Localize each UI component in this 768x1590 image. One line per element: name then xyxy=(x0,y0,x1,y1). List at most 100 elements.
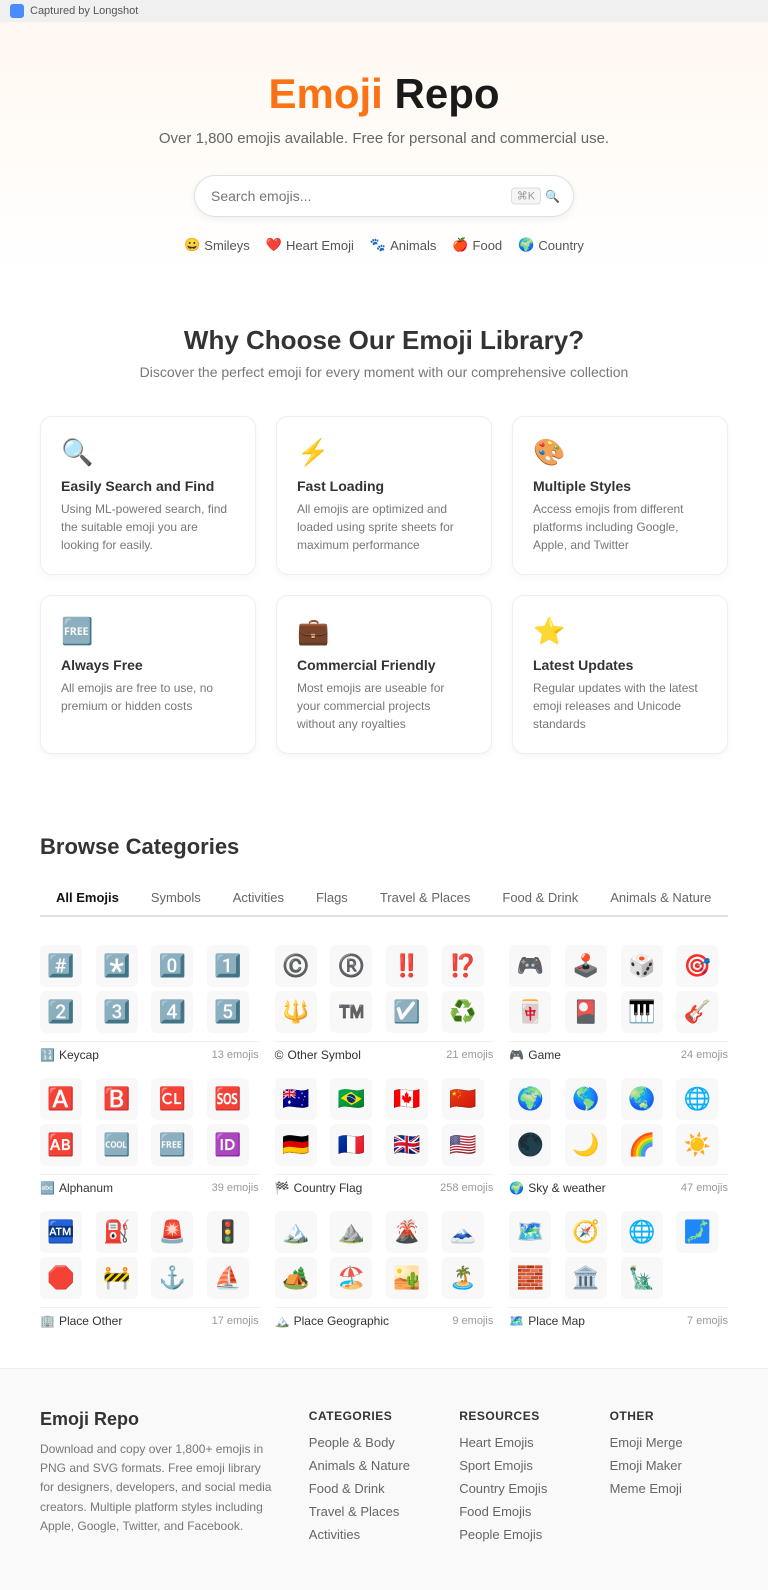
emoji-construction[interactable]: 🚧 xyxy=(96,1257,138,1299)
emoji-crescent-moon[interactable]: 🌙 xyxy=(565,1124,607,1166)
emoji-island[interactable]: 🏝️ xyxy=(442,1257,484,1299)
emoji-globe2[interactable]: 🌐 xyxy=(621,1211,663,1253)
tab-food[interactable]: Food & Drink xyxy=(486,880,594,917)
quick-link-food[interactable]: 🍎 Food xyxy=(452,237,502,253)
emoji-mahjong[interactable]: 🀄 xyxy=(509,991,551,1033)
emoji-flag-de[interactable]: 🇩🇪 xyxy=(275,1124,317,1166)
emoji-beach[interactable]: 🏖️ xyxy=(330,1257,372,1299)
emoji-atm[interactable]: 🏧 xyxy=(40,1211,82,1253)
footer-link-travel[interactable]: Travel & Places xyxy=(309,1504,427,1519)
emoji-piano[interactable]: 🎹 xyxy=(621,991,663,1033)
emoji-brick[interactable]: 🧱 xyxy=(509,1257,551,1299)
tab-flags[interactable]: Flags xyxy=(300,880,364,917)
emoji-id[interactable]: 🆔 xyxy=(207,1124,249,1166)
emoji-flag-cn[interactable]: 🇨🇳 xyxy=(442,1078,484,1120)
footer-link-heart[interactable]: Heart Emojis xyxy=(459,1435,577,1450)
emoji-5[interactable]: 5️⃣ xyxy=(207,991,249,1033)
quick-link-smileys[interactable]: 😀 Smileys xyxy=(184,237,250,253)
emoji-camping[interactable]: 🏕️ xyxy=(275,1257,317,1299)
emoji-trident[interactable]: 🔱 xyxy=(275,991,317,1033)
emoji-fuelpump[interactable]: ⛽ xyxy=(96,1211,138,1253)
footer-link-country[interactable]: Country Emojis xyxy=(459,1481,577,1496)
footer-link-activities[interactable]: Activities xyxy=(309,1527,427,1542)
emoji-joystick[interactable]: 🕹️ xyxy=(565,945,607,987)
emoji-tm[interactable]: ™️ xyxy=(330,991,372,1033)
emoji-recycle[interactable]: ♻️ xyxy=(442,991,484,1033)
emoji-3[interactable]: 3️⃣ xyxy=(96,991,138,1033)
emoji-game-controller[interactable]: 🎮 xyxy=(509,945,551,987)
emoji-flower-playing[interactable]: 🎴 xyxy=(565,991,607,1033)
emoji-registered[interactable]: ®️ xyxy=(330,945,372,987)
tab-activities[interactable]: Activities xyxy=(217,880,300,917)
emoji-traffic-light[interactable]: 🚦 xyxy=(207,1211,249,1253)
footer-link-merge[interactable]: Emoji Merge xyxy=(610,1435,728,1450)
emoji-a[interactable]: 🅰️ xyxy=(40,1078,82,1120)
footer-link-sport[interactable]: Sport Emojis xyxy=(459,1458,577,1473)
quick-link-country[interactable]: 🌍 Country xyxy=(518,237,584,253)
emoji-desert[interactable]: 🏜️ xyxy=(386,1257,428,1299)
emoji-1[interactable]: 1️⃣ xyxy=(207,945,249,987)
emoji-cool[interactable]: 🆓 xyxy=(151,1124,193,1166)
footer-link-food[interactable]: Food Emojis xyxy=(459,1504,577,1519)
tab-travel[interactable]: Travel & Places xyxy=(364,880,487,917)
footer-link-animals[interactable]: Animals & Nature xyxy=(309,1458,427,1473)
quick-link-animals[interactable]: 🐾 Animals xyxy=(370,237,436,253)
emoji-cl[interactable]: 🆑 xyxy=(151,1078,193,1120)
emoji-2[interactable]: 2️⃣ xyxy=(40,991,82,1033)
quick-link-heart[interactable]: ❤️ Heart Emoji xyxy=(266,237,354,253)
category-tabs[interactable]: All Emojis Symbols Activities Flags Trav… xyxy=(40,880,728,917)
emoji-mountain[interactable]: ⛰️ xyxy=(330,1211,372,1253)
emoji-mountain-snow[interactable]: 🏔️ xyxy=(275,1211,317,1253)
emoji-world-map[interactable]: 🗺️ xyxy=(509,1211,551,1253)
footer-link-maker[interactable]: Emoji Maker xyxy=(610,1458,728,1473)
emoji-dice[interactable]: 🎲 xyxy=(621,945,663,987)
emoji-sailboat[interactable]: ⛵ xyxy=(207,1257,249,1299)
emoji-4[interactable]: 4️⃣ xyxy=(151,991,193,1033)
emoji-new-moon[interactable]: 🌑 xyxy=(509,1124,551,1166)
emoji-globe-americas[interactable]: 🌎 xyxy=(565,1078,607,1120)
emoji-cl2[interactable]: 🆒 xyxy=(96,1124,138,1166)
footer-link-people[interactable]: People Emojis xyxy=(459,1527,577,1542)
emoji-flag-br[interactable]: 🇧🇷 xyxy=(330,1078,372,1120)
emoji-flag-gb[interactable]: 🇬🇧 xyxy=(386,1124,428,1166)
tab-all-emojis[interactable]: All Emojis xyxy=(40,880,135,917)
emoji-volcano[interactable]: 🌋 xyxy=(386,1211,428,1253)
emoji-globe-asia[interactable]: 🌏 xyxy=(621,1078,663,1120)
tab-animals[interactable]: Animals & Nature xyxy=(594,880,727,917)
emoji-hash[interactable]: #️⃣ xyxy=(40,945,82,987)
other-symbol-footer: © Other Symbol 21 emojis xyxy=(275,1041,494,1062)
footer-link-food-drink[interactable]: Food & Drink xyxy=(309,1481,427,1496)
emoji-sos[interactable]: 🆘 xyxy=(207,1078,249,1120)
emoji-globe-europe[interactable]: 🌍 xyxy=(509,1078,551,1120)
emoji-rainbow[interactable]: 🌈 xyxy=(621,1124,663,1166)
emoji-b[interactable]: 🅱️ xyxy=(96,1078,138,1120)
emoji-police-car[interactable]: 🚨 xyxy=(151,1211,193,1253)
emoji-japan[interactable]: 🗾 xyxy=(676,1211,718,1253)
footer-link-people-body[interactable]: People & Body xyxy=(309,1435,427,1450)
emoji-0[interactable]: 0️⃣ xyxy=(151,945,193,987)
emoji-stop-sign[interactable]: 🛑 xyxy=(40,1257,82,1299)
emoji-ab[interactable]: 🆎 xyxy=(40,1124,82,1166)
emoji-asterisk[interactable]: *️⃣ xyxy=(96,945,138,987)
emoji-copyright[interactable]: ©️ xyxy=(275,945,317,987)
search-bar[interactable]: ⌘K 🔍 xyxy=(194,175,574,217)
emoji-ballot[interactable]: ☑️ xyxy=(386,991,428,1033)
emoji-classical[interactable]: 🏛️ xyxy=(565,1257,607,1299)
emoji-guitar[interactable]: 🎸 xyxy=(676,991,718,1033)
emoji-globe-meridian[interactable]: 🌐 xyxy=(676,1078,718,1120)
footer-link-meme[interactable]: Meme Emoji xyxy=(610,1481,728,1496)
emoji-bangbang[interactable]: ‼️ xyxy=(386,945,428,987)
tab-symbols[interactable]: Symbols xyxy=(135,880,217,917)
emoji-anchor[interactable]: ⚓ xyxy=(151,1257,193,1299)
emoji-dart[interactable]: 🎯 xyxy=(676,945,718,987)
emoji-statue[interactable]: 🗽 xyxy=(621,1257,663,1299)
emoji-interrobang[interactable]: ⁉️ xyxy=(442,945,484,987)
emoji-flag-us[interactable]: 🇺🇸 xyxy=(442,1124,484,1166)
emoji-flag-fr[interactable]: 🇫🇷 xyxy=(330,1124,372,1166)
emoji-flag-ca[interactable]: 🇨🇦 xyxy=(386,1078,428,1120)
emoji-mount-fuji[interactable]: 🗻 xyxy=(442,1211,484,1253)
emoji-sun[interactable]: ☀️ xyxy=(676,1124,718,1166)
tab-people[interactable]: People & Body xyxy=(727,880,728,917)
emoji-compass[interactable]: 🧭 xyxy=(565,1211,607,1253)
emoji-flag-au[interactable]: 🇦🇺 xyxy=(275,1078,317,1120)
